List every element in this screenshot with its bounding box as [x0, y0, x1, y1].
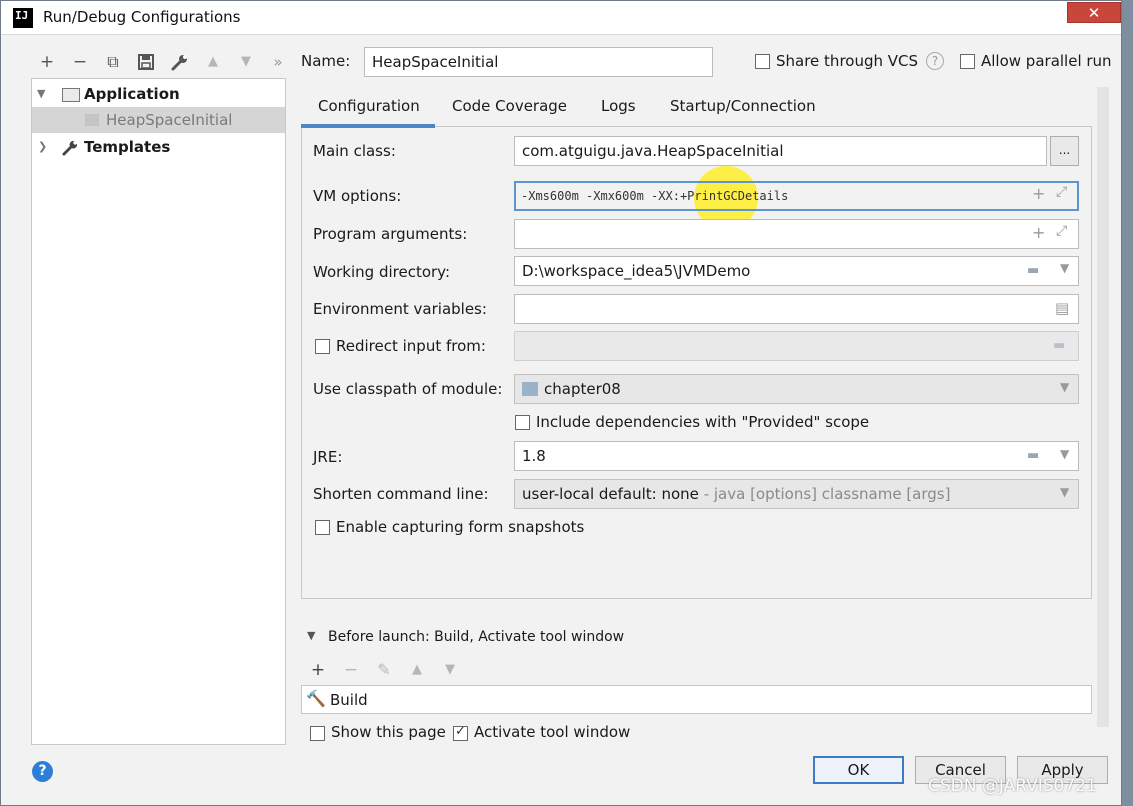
add-task-button[interactable]: +	[307, 659, 329, 681]
add-configuration-button[interactable]: +	[36, 51, 58, 73]
run-debug-dialog: IJ Run/Debug Configurations ✕ + − ⧉ ▲ ▼ …	[0, 0, 1122, 806]
remove-configuration-button[interactable]: −	[69, 51, 91, 73]
move-up-button[interactable]: ▲	[202, 51, 224, 73]
vm-options-input[interactable]: -Xms600m -Xmx600m -XX:+PrintGCDetails	[514, 181, 1079, 211]
include-dependencies-label: Include dependencies with "Provided" sco…	[536, 413, 870, 431]
classpath-module-label: Use classpath of module:	[313, 380, 503, 398]
chevron-down-icon: ▼	[37, 87, 46, 100]
chevron-right-icon: ❯	[38, 140, 48, 153]
move-down-button[interactable]: ▼	[235, 51, 257, 73]
show-this-page-checkbox[interactable]	[310, 726, 325, 741]
application-config-icon	[85, 114, 99, 126]
window-title: Run/Debug Configurations	[43, 8, 241, 26]
share-vcs-checkbox[interactable]	[755, 54, 770, 69]
folder-icon: ▬	[1053, 338, 1066, 353]
shorten-command-line-select[interactable]: user-local default: none - java [options…	[514, 479, 1079, 509]
shorten-command-line-label: Shorten command line:	[313, 485, 489, 503]
redirect-input-field[interactable]	[514, 331, 1079, 361]
hammer-icon: 🔨	[306, 689, 326, 708]
vertical-scrollbar[interactable]	[1097, 87, 1109, 727]
jre-label: JRE:	[313, 448, 343, 466]
redirect-input-label: Redirect input from:	[336, 337, 486, 355]
vm-options-value: -Xms600m -Xmx600m -XX:+PrintGCDetails	[521, 189, 789, 203]
show-this-page-label: Show this page	[331, 723, 446, 741]
remove-task-button[interactable]: −	[340, 659, 362, 681]
before-launch-task-list: 🔨 Build	[301, 685, 1092, 714]
chevron-down-icon[interactable]: ▼	[1060, 261, 1069, 275]
edit-task-button[interactable]: ✎	[373, 659, 395, 681]
program-arguments-label: Program arguments:	[313, 225, 468, 243]
shorten-command-line-hint: - java [options] classname [args]	[698, 485, 951, 503]
add-icon[interactable]: +	[1032, 223, 1045, 242]
folder-icon[interactable]: ▬	[1027, 448, 1039, 463]
add-icon[interactable]: +	[1032, 184, 1045, 203]
shorten-command-line-value: user-local default: none	[522, 485, 699, 503]
activate-tool-window-checkbox[interactable]	[453, 724, 468, 741]
vm-options-label: VM options:	[313, 187, 402, 205]
intellij-app-icon: IJ	[13, 8, 33, 28]
name-input[interactable]: HeapSpaceInitial	[364, 47, 713, 77]
save-icon	[138, 54, 154, 70]
tree-item-heapspaceinitial[interactable]: HeapSpaceInitial	[32, 107, 285, 133]
include-dependencies-checkbox[interactable]	[515, 415, 530, 430]
close-window-button[interactable]: ✕	[1067, 2, 1121, 23]
move-task-down-button[interactable]: ▼	[439, 659, 461, 681]
help-icon[interactable]: ?	[926, 52, 944, 70]
move-task-up-button[interactable]: ▲	[406, 659, 428, 681]
active-tab-indicator	[301, 124, 435, 128]
folder-icon[interactable]: ▬	[1027, 263, 1039, 278]
jre-input[interactable]: 1.8	[514, 441, 1079, 471]
copy-icon: ⧉	[107, 52, 119, 71]
tree-item-label: Templates	[84, 138, 171, 156]
more-actions-button[interactable]: »	[267, 51, 289, 73]
main-class-input[interactable]: com.atguigu.java.HeapSpaceInitial	[514, 136, 1047, 166]
chevron-down-icon: ▼	[1060, 485, 1070, 499]
classpath-module-value: chapter08	[544, 380, 621, 398]
tab-startup-connection[interactable]: Startup/Connection	[670, 95, 816, 126]
expand-icon[interactable]: ⤢	[1056, 184, 1067, 200]
save-configuration-button[interactable]	[135, 51, 157, 73]
working-directory-input[interactable]: D:\workspace_idea5\JVMDemo	[514, 256, 1079, 286]
allow-parallel-label: Allow parallel run	[981, 52, 1112, 70]
configuration-tree: ▼ Application HeapSpaceInitial ❯ Templat…	[31, 78, 286, 745]
classpath-module-select[interactable]: chapter08	[514, 374, 1079, 404]
tree-item-application[interactable]: ▼ Application	[32, 81, 285, 107]
tab-code-coverage[interactable]: Code Coverage	[452, 95, 567, 126]
working-directory-label: Working directory:	[313, 263, 451, 281]
watermark-text: CSDN @JARVIS0721	[928, 776, 1097, 796]
document-icon[interactable]: ▤	[1055, 299, 1069, 317]
name-label: Name:	[301, 52, 351, 70]
collapse-arrow-icon[interactable]: ▼	[307, 629, 315, 642]
browse-main-class-button[interactable]: ...	[1050, 136, 1079, 166]
edit-templates-button[interactable]	[169, 51, 191, 73]
wrench-icon	[62, 140, 78, 156]
tree-item-templates[interactable]: ❯ Templates	[32, 134, 285, 160]
main-class-label: Main class:	[313, 142, 396, 160]
before-launch-header[interactable]: Before launch: Build, Activate tool wind…	[328, 629, 624, 645]
environment-variables-label: Environment variables:	[313, 300, 487, 318]
task-build[interactable]: Build	[330, 691, 368, 709]
chevron-down-icon[interactable]: ▼	[1060, 447, 1069, 461]
tab-configuration[interactable]: Configuration	[318, 95, 420, 126]
title-bar: IJ Run/Debug Configurations ✕	[1, 1, 1121, 35]
tree-item-label: HeapSpaceInitial	[106, 111, 233, 129]
form-snapshots-label: Enable capturing form snapshots	[336, 518, 585, 536]
copy-configuration-button[interactable]: ⧉	[102, 51, 124, 73]
chevron-down-icon: ▼	[1060, 380, 1070, 394]
redirect-input-checkbox[interactable]	[315, 339, 330, 354]
activate-tool-window-label: Activate tool window	[474, 723, 631, 741]
share-vcs-label: Share through VCS	[776, 52, 919, 70]
form-snapshots-checkbox[interactable]	[315, 520, 330, 535]
allow-parallel-checkbox[interactable]	[960, 54, 975, 69]
tree-item-label: Application	[84, 85, 180, 103]
application-icon	[62, 88, 80, 102]
help-button[interactable]: ?	[32, 761, 53, 782]
tab-logs[interactable]: Logs	[601, 95, 636, 126]
environment-variables-input[interactable]	[514, 294, 1079, 324]
expand-icon[interactable]: ⤢	[1056, 223, 1067, 239]
ok-button[interactable]: OK	[813, 756, 904, 784]
module-icon	[522, 382, 538, 396]
program-arguments-input[interactable]	[514, 219, 1079, 249]
wrench-icon	[171, 55, 187, 71]
